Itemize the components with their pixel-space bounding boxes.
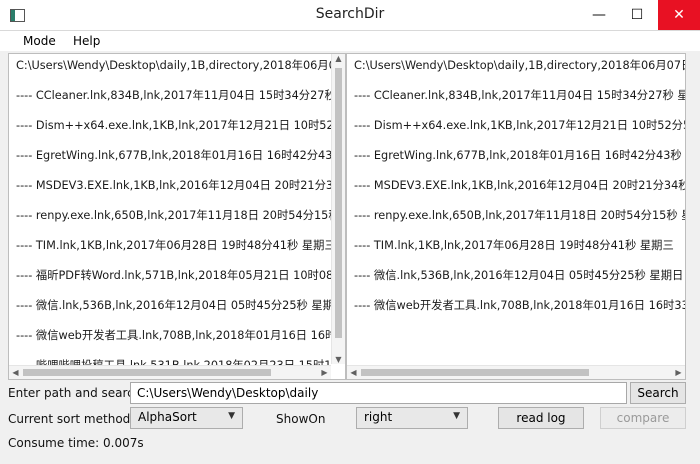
result-row[interactable]: ---- CCleaner.lnk,834B,lnk,2017年11月04日 1… <box>16 89 331 119</box>
maximize-button[interactable]: ☐ <box>620 0 654 30</box>
result-row[interactable]: ---- EgretWing.lnk,677B,lnk,2018年01月16日 … <box>16 149 331 179</box>
sort-method-value: AlphaSort <box>138 410 197 424</box>
compare-button[interactable]: compare <box>600 407 686 429</box>
scroll-left-icon[interactable]: ◀ <box>9 366 22 379</box>
right-result-pane[interactable]: C:\Users\Wendy\Desktop\daily,1B,director… <box>346 53 686 380</box>
result-row[interactable]: C:\Users\Wendy\Desktop\daily,1B,director… <box>16 59 331 89</box>
search-path-input[interactable] <box>130 382 627 404</box>
right-horizontal-scrollbar[interactable]: ◀ ▶ <box>347 365 685 379</box>
showon-select[interactable]: right ▼ <box>356 407 468 429</box>
right-horizontal-scroll-thumb[interactable] <box>361 369 589 376</box>
result-row[interactable]: ---- renpy.exe.lnk,650B,lnk,2017年11月18日 … <box>354 209 685 239</box>
menu-help[interactable]: Help <box>73 34 100 48</box>
result-row[interactable]: ---- 微信web开发者工具.lnk,708B,lnk,2018年01月16日… <box>16 329 331 359</box>
left-horizontal-scrollbar[interactable]: ◀ ▶ <box>9 365 331 379</box>
left-result-list: C:\Users\Wendy\Desktop\daily,1B,director… <box>16 59 331 365</box>
result-row[interactable]: ---- EgretWing.lnk,677B,lnk,2018年01月16日 … <box>354 149 685 179</box>
scroll-left-icon[interactable]: ◀ <box>347 366 360 379</box>
chevron-down-icon: ▼ <box>228 411 235 421</box>
showon-value: right <box>364 410 393 424</box>
result-row[interactable]: ---- MSDEV3.EXE.lnk,1KB,lnk,2016年12月04日 … <box>16 179 331 209</box>
minimize-button[interactable]: — <box>582 0 616 30</box>
result-row[interactable]: ---- MSDEV3.EXE.lnk,1KB,lnk,2016年12月04日 … <box>354 179 685 209</box>
scroll-right-icon[interactable]: ▶ <box>318 366 331 379</box>
scroll-right-icon[interactable]: ▶ <box>672 366 685 379</box>
scroll-down-icon[interactable]: ▼ <box>332 355 345 364</box>
sort-method-select[interactable]: AlphaSort ▼ <box>130 407 243 429</box>
result-row[interactable]: ---- 福昕PDF转Word.lnk,571B,lnk,2018年05月21日… <box>16 269 331 299</box>
left-vertical-scroll-thumb[interactable] <box>335 68 342 338</box>
result-row[interactable]: ---- CCleaner.lnk,834B,lnk,2017年11月04日 1… <box>354 89 685 119</box>
consume-time-text: Consume time: 0.007s <box>8 436 144 450</box>
left-horizontal-scroll-thumb[interactable] <box>23 369 271 376</box>
right-result-list: C:\Users\Wendy\Desktop\daily,1B,director… <box>354 59 685 365</box>
title-bar: SearchDir — ☐ ✕ <box>0 0 700 31</box>
left-vertical-scrollbar[interactable]: ▲ ▼ <box>331 54 345 364</box>
search-button[interactable]: Search <box>630 382 686 404</box>
result-row[interactable]: ---- TIM.lnk,1KB,lnk,2017年06月28日 19时48分4… <box>354 239 685 269</box>
result-row[interactable]: ---- 微信web开发者工具.lnk,708B,lnk,2018年01月16日… <box>354 299 685 329</box>
result-row[interactable]: ---- Dism++x64.exe.lnk,1KB,lnk,2017年12月2… <box>16 119 331 149</box>
close-button[interactable]: ✕ <box>658 0 700 30</box>
sort-method-label: Current sort method <box>8 412 131 426</box>
search-path-label: Enter path and search <box>8 386 142 400</box>
result-row[interactable]: ---- 微信.lnk,536B,lnk,2016年12月04日 05时45分2… <box>16 299 331 329</box>
chevron-down-icon: ▼ <box>453 411 460 421</box>
left-result-pane[interactable]: C:\Users\Wendy\Desktop\daily,1B,director… <box>8 53 346 380</box>
showon-label: ShowOn <box>276 412 326 426</box>
read-log-button[interactable]: read log <box>498 407 584 429</box>
result-row[interactable]: ---- TIM.lnk,1KB,lnk,2017年06月28日 19时48分4… <box>16 239 331 269</box>
menu-mode[interactable]: Mode <box>23 34 56 48</box>
result-row[interactable]: ---- renpy.exe.lnk,650B,lnk,2017年11月18日 … <box>16 209 331 239</box>
result-row[interactable]: ---- 微信.lnk,536B,lnk,2016年12月04日 05时45分2… <box>354 269 685 299</box>
scroll-up-icon[interactable]: ▲ <box>332 54 345 63</box>
result-row[interactable]: C:\Users\Wendy\Desktop\daily,1B,director… <box>354 59 685 89</box>
result-row[interactable]: ---- Dism++x64.exe.lnk,1KB,lnk,2017年12月2… <box>354 119 685 149</box>
menu-bar: Mode Help <box>0 31 700 51</box>
